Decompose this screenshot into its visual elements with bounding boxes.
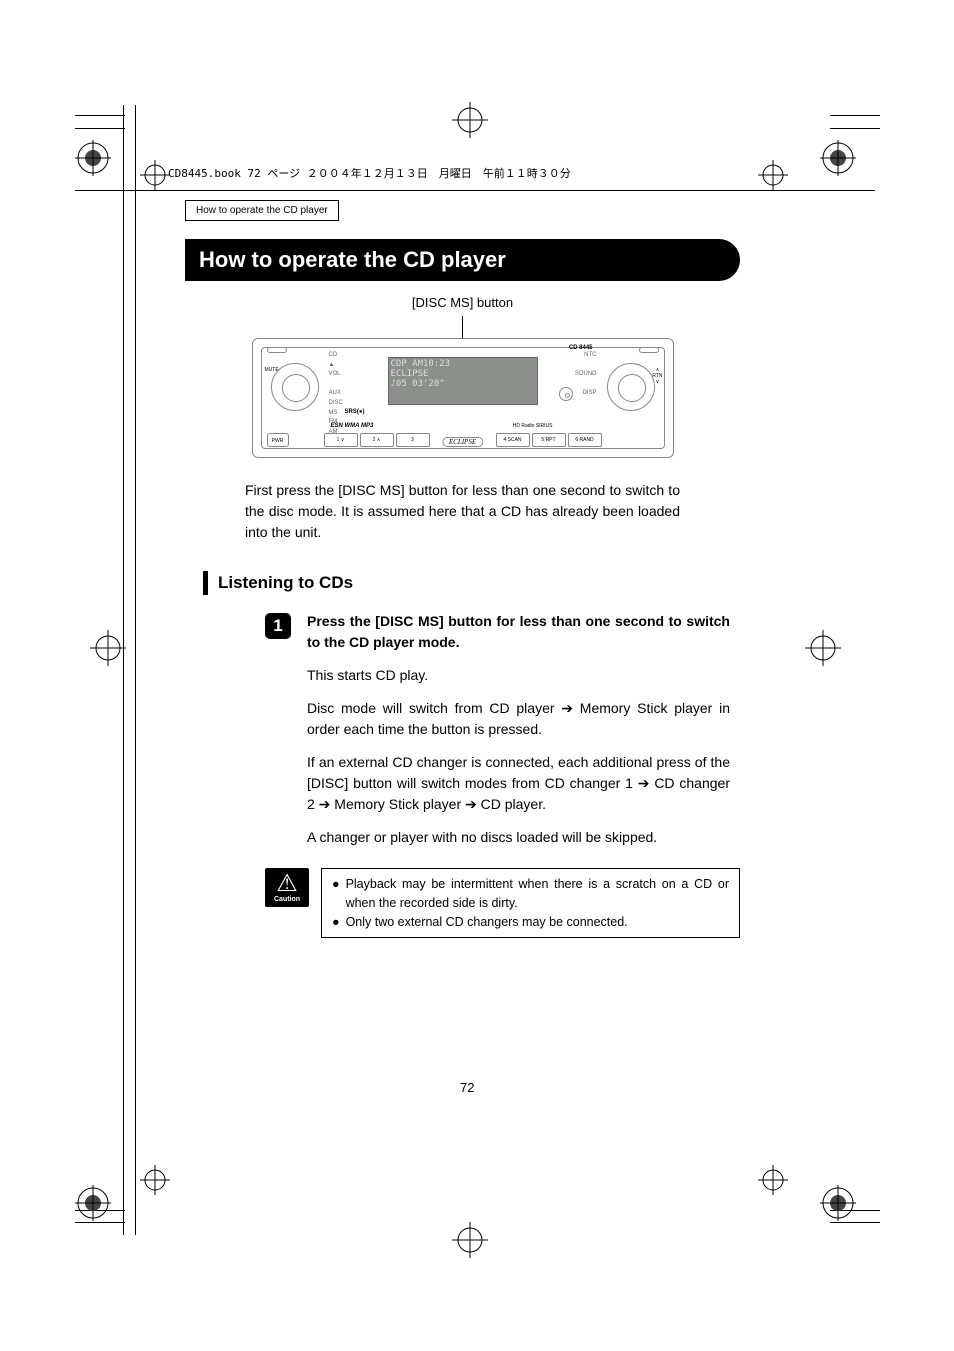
registration-target-icon [75, 1185, 111, 1221]
step-number-badge: 1 [265, 613, 291, 639]
lcd-line: ♪05 03'20" [391, 380, 535, 390]
crop-guide-v1 [123, 105, 124, 1235]
caution-label: Caution [265, 896, 309, 903]
registration-cross-icon [805, 630, 841, 666]
step-paragraph: A changer or player with no discs loaded… [307, 827, 730, 848]
section-heading: Listening to CDs [203, 571, 740, 595]
eject-slot-icon [639, 347, 659, 353]
callout-leader-line [462, 316, 463, 338]
crop-guide-h [75, 190, 875, 191]
bullet-icon: ● [332, 913, 340, 932]
preset-button: 6 RAND [568, 433, 602, 447]
page-title: How to operate the CD player [185, 239, 740, 281]
registration-cross-icon [140, 160, 170, 190]
warning-triangle-icon: ⚠ [265, 872, 309, 896]
crop-mark [830, 128, 880, 129]
preset-button: 1 ∨ [324, 433, 358, 447]
eject-slot-icon [267, 347, 287, 353]
disc-icon [559, 387, 573, 401]
registration-target-icon [820, 1185, 856, 1221]
registration-cross-icon [140, 1165, 170, 1195]
bullet-icon: ● [332, 875, 340, 913]
registration-cross-icon [758, 160, 788, 190]
page-number: 72 [460, 1080, 474, 1095]
crop-mark [75, 128, 125, 129]
hd-radio-label: HD Radio SIRIUS [513, 423, 553, 429]
callout-label: [DISC MS] button [185, 295, 740, 310]
caution-box: ⚠ Caution ●Playback may be intermittent … [265, 868, 740, 938]
power-button-label: PWR [267, 433, 289, 447]
registration-cross-icon [758, 1165, 788, 1195]
crop-mark [830, 115, 880, 116]
preset-button: 4 SCAN [496, 433, 530, 447]
device-right-labels: NTC SOUND DISP [575, 351, 597, 399]
mute-label: MUTE [265, 367, 279, 373]
preset-button: 5 RPT [532, 433, 566, 447]
device-illustration: CD 8445 MUTE ∧ RTN ∨ CD ▲ VOL AUX DISC M… [252, 338, 674, 458]
print-header-jp: CD8445.book 72 ページ ２００４年１２月１３日 月曜日 午前１１時… [168, 165, 571, 181]
srs-label: SRS(●) [345, 409, 365, 415]
registration-cross-icon [90, 630, 126, 666]
step-row: 1 Press the [DISC MS] button for less th… [265, 611, 740, 860]
registration-cross-icon [452, 102, 488, 138]
registration-target-icon [820, 140, 856, 176]
down-arrow-label: ∨ [652, 379, 662, 385]
step-paragraph: If an external CD changer is connected, … [307, 752, 730, 815]
device-button-row: 1 ∨ 2 ∧ 3 4 SCAN 5 RPT 6 RAND [323, 433, 603, 447]
intro-paragraph: First press the [DISC MS] button for les… [245, 480, 680, 543]
crop-mark [830, 1222, 880, 1223]
registration-target-icon [75, 140, 111, 176]
lcd-display: CDP AM10:23 ECLIPSE ♪05 03'20" [388, 357, 538, 405]
esn-label: ESN WMA MP3 [331, 423, 374, 429]
preset-button: 2 ∧ [360, 433, 394, 447]
caution-item: Playback may be intermittent when there … [346, 875, 729, 913]
caution-list: ●Playback may be intermittent when there… [321, 868, 740, 938]
side-arrows-label: ∧ RTN ∨ [652, 367, 662, 385]
caution-item: Only two external CD changers may be con… [346, 913, 628, 932]
crop-mark [75, 115, 125, 116]
crop-mark [75, 1222, 125, 1223]
step-paragraph: This starts CD play. [307, 665, 730, 686]
crop-guide-v2 [135, 105, 136, 1235]
registration-cross-icon [452, 1222, 488, 1258]
control-knob-icon [607, 363, 655, 411]
preset-button: 3 [396, 433, 430, 447]
step-paragraph: Disc mode will switch from CD player ➔ M… [307, 698, 730, 740]
breadcrumb: How to operate the CD player [185, 200, 339, 221]
caution-icon: ⚠ Caution [265, 868, 309, 907]
step-title: Press the [DISC MS] button for less than… [307, 611, 730, 653]
